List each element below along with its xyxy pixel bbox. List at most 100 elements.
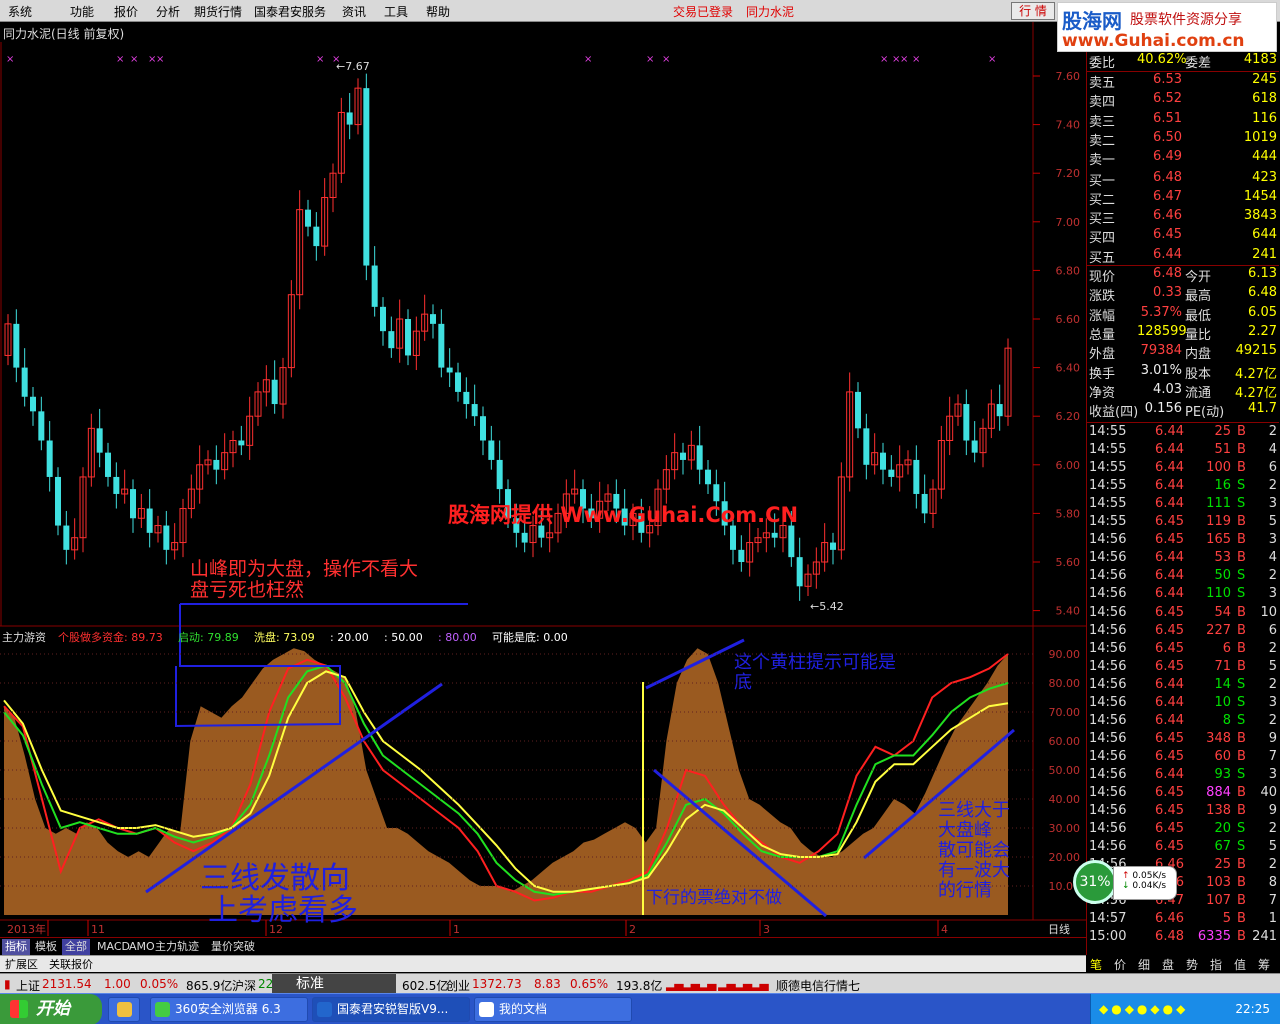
sell-level-4[interactable]: 卖二 6.50 1019 xyxy=(1087,130,1279,149)
tick-row: 15:00 6.48 6335 B 241 xyxy=(1087,929,1279,947)
tick-side: B xyxy=(1237,857,1246,873)
indicator-tab[interactable]: 指标 xyxy=(2,939,30,955)
stat-label: 涨跌 xyxy=(1089,289,1116,305)
buy-level-3[interactable]: 买三 6.46 3843 xyxy=(1087,208,1279,227)
menu-system[interactable]: 系统 xyxy=(8,3,32,20)
download-speed: 0.04K/s xyxy=(1132,881,1167,891)
std-toolbar[interactable]: 标准 xyxy=(272,974,396,994)
indicator-tab[interactable]: 模板 xyxy=(32,939,60,955)
price-tick-label: 7.00 xyxy=(1056,216,1081,229)
price-tick-label: 6.40 xyxy=(1056,362,1081,375)
stat-label-2: 最低 xyxy=(1185,308,1212,324)
tick-price: 6.45 xyxy=(1155,604,1184,620)
menu-function[interactable]: 功能 xyxy=(70,3,94,20)
panel-tab[interactable]: 盘 xyxy=(1162,956,1174,973)
indicator-tab[interactable]: 主力轨迹 xyxy=(152,939,202,955)
tick-side: B xyxy=(1237,803,1246,819)
start-button[interactable]: 开始 xyxy=(0,994,102,1024)
menu-gtja-service[interactable]: 国泰君安服务 xyxy=(254,3,326,20)
ratio-row: 委比 40.62% 委差 4183 xyxy=(1087,52,1279,71)
indicator-legend-item: 启动: 79.89 xyxy=(178,631,239,644)
candle-body-down xyxy=(738,549,745,562)
candle-body-down xyxy=(713,484,720,502)
buy-level-5[interactable]: 买五 6.44 241 xyxy=(1087,247,1279,266)
panel-tab[interactable]: 细 xyxy=(1138,956,1150,973)
taskbar-item-gtja[interactable]: 国泰君安锐智版V9... xyxy=(312,997,470,1022)
tab-related-quote[interactable]: 关联报价 xyxy=(46,957,96,973)
tick-time: 14:56 xyxy=(1089,712,1127,728)
tick-count: 10 xyxy=(1260,604,1277,620)
status-bar: ▮ 上证 2131.54 1.00 0.05% 865.9亿 沪深 22 标准 … xyxy=(0,973,1280,994)
stat-value-2: 41.7 xyxy=(1248,401,1277,417)
tick-time: 14:55 xyxy=(1089,478,1127,494)
sh-up-icon: ▮ xyxy=(4,977,11,991)
indicator-legend-item: : 50.00 xyxy=(384,631,423,644)
sell-level-2[interactable]: 卖四 6.52 618 xyxy=(1087,91,1279,110)
tick-count: 6 xyxy=(1268,460,1277,476)
level-volume: 444 xyxy=(1252,149,1277,165)
panel-tab[interactable]: 势 xyxy=(1186,956,1198,973)
network-speed-widget[interactable]: 31% ↑ 0.05K/s ↓ 0.04K/s xyxy=(1073,858,1179,906)
signal-marker: × xyxy=(900,54,908,65)
panel-tab[interactable]: 筹 xyxy=(1258,956,1270,973)
menu-news[interactable]: 资讯 xyxy=(342,3,366,20)
tick-count: 9 xyxy=(1268,730,1277,746)
sh-label: 上证 xyxy=(16,979,41,993)
diff-value: 4183 xyxy=(1243,52,1277,67)
menu-futures[interactable]: 期货行情 xyxy=(194,3,242,20)
quick-launch[interactable] xyxy=(108,997,140,1022)
menu-analysis[interactable]: 分析 xyxy=(156,3,180,20)
panel-tab[interactable]: 价 xyxy=(1114,956,1126,973)
annot-diverge-text-1: 三线发散向 xyxy=(200,861,350,896)
quote-button[interactable]: 行 情 xyxy=(1011,2,1055,20)
taskbar-item-documents[interactable]: 我的文档 xyxy=(474,997,632,1022)
menu-help[interactable]: 帮助 xyxy=(426,3,450,20)
ratio-value: 40.62% xyxy=(1137,52,1187,67)
menu-quote[interactable]: 报价 xyxy=(114,3,138,20)
level-label: 买一 xyxy=(1089,173,1116,189)
news-ticker[interactable]: 顺德电信行情七 xyxy=(776,977,860,994)
tab-extension[interactable]: 扩展区 xyxy=(2,957,41,973)
sell-level-5[interactable]: 卖一 6.49 444 xyxy=(1087,149,1279,168)
tick-count: 3 xyxy=(1268,496,1277,512)
candle-body-down xyxy=(146,508,153,533)
taskbar-item-browser[interactable]: 360安全浏览器 6.3 xyxy=(150,997,308,1022)
candle-body-down xyxy=(438,323,445,368)
sell-level-3[interactable]: 卖三 6.51 116 xyxy=(1087,111,1279,130)
tick-row: 14:57 6.46 5 B 1 xyxy=(1087,911,1279,929)
indicator-tab[interactable]: 全部 xyxy=(62,939,90,955)
tick-count: 5 xyxy=(1268,839,1277,855)
menu-tools[interactable]: 工具 xyxy=(384,3,408,20)
stat-value-2: 6.05 xyxy=(1248,304,1277,320)
kline-chart[interactable]: 山峰即为大盘，操作不看大盘亏死也枉然三线发散向上考虑看多这个黄柱提示可能是底下行… xyxy=(0,22,1086,937)
tick-side: S xyxy=(1237,839,1246,855)
ind-tick-label: 40.00 xyxy=(1049,793,1081,806)
tick-side: B xyxy=(1237,604,1246,620)
panel-tab[interactable]: 值 xyxy=(1234,956,1246,973)
candle-body-down xyxy=(921,493,928,514)
taskbar-item-label: 国泰君安锐智版V9... xyxy=(337,1002,449,1016)
tick-volume: 227 xyxy=(1206,622,1231,638)
tick-price: 6.44 xyxy=(1155,424,1184,439)
indicator-tab[interactable]: 量价突破 xyxy=(208,939,258,955)
panel-tab[interactable]: 指 xyxy=(1210,956,1222,973)
candle-body-down xyxy=(963,404,970,441)
tick-volume: 71 xyxy=(1214,658,1231,674)
buy-level-4[interactable]: 买四 6.45 644 xyxy=(1087,227,1279,246)
candle-body-down xyxy=(313,226,320,247)
level-label: 卖三 xyxy=(1089,114,1116,130)
ratio-label: 委比 xyxy=(1089,56,1116,71)
tick-volume: 51 xyxy=(1214,442,1231,458)
buy-level-2[interactable]: 买二 6.47 1454 xyxy=(1087,189,1279,208)
tick-volume: 93 xyxy=(1214,766,1231,782)
buy-level-1[interactable]: 买一 6.48 423 xyxy=(1087,170,1279,189)
indicator-tabs: 指标 模板 全部 MACD AMO 主力轨迹 量价突破 xyxy=(0,937,1086,955)
tick-time: 14:56 xyxy=(1089,748,1127,764)
tray-icons[interactable]: ◆●◆●◆●◆ xyxy=(1099,1002,1188,1016)
level-label: 买三 xyxy=(1089,212,1116,228)
indicator-legend-item: 个股做多资金: 89.73 xyxy=(58,630,163,644)
sell-level-1[interactable]: 卖五 6.53 245 xyxy=(1087,72,1279,91)
panel-tab[interactable]: 笔 xyxy=(1090,956,1102,973)
level-price: 6.52 xyxy=(1153,91,1182,107)
folder-icon xyxy=(479,1002,494,1017)
